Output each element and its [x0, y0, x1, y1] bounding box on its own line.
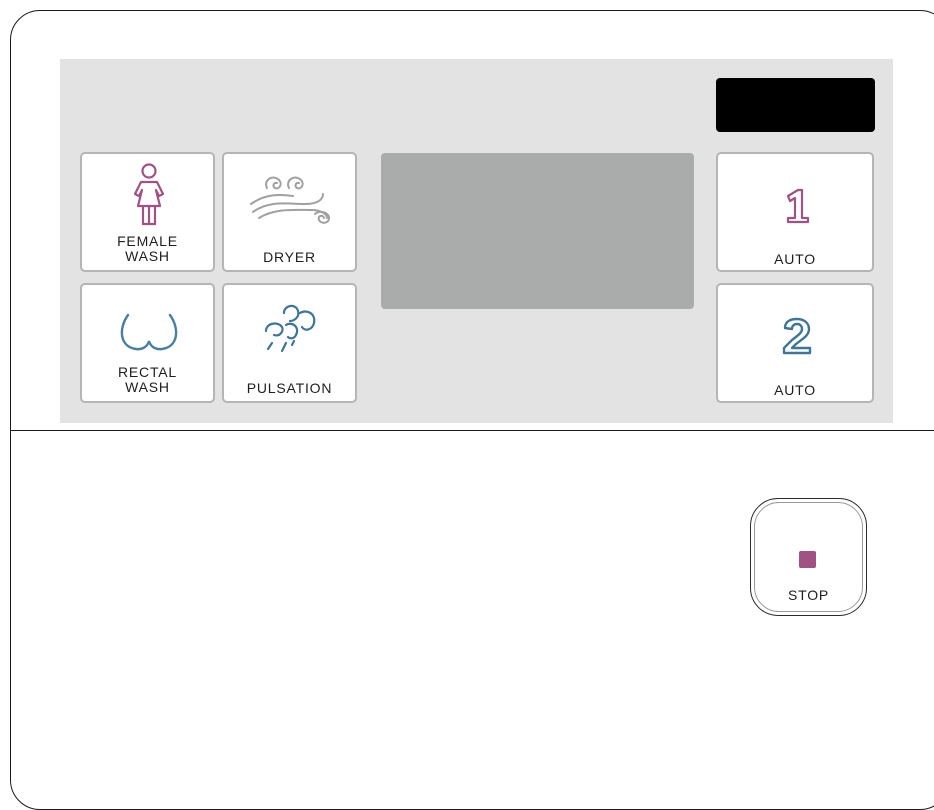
dryer-button[interactable]: DRYER [222, 152, 357, 272]
auto-2-button[interactable]: AUTO [716, 283, 874, 403]
stop-button[interactable]: STOP [750, 498, 867, 616]
main-display [381, 153, 694, 309]
auto-1-number-icon [786, 188, 810, 224]
pulsation-label: PULSATION [246, 380, 333, 396]
status-display-black [716, 78, 875, 132]
female-wash-label: FEMALE WASH [117, 233, 178, 264]
buttocks-icon [120, 313, 178, 351]
female-figure-icon [133, 163, 165, 226]
stop-label: STOP [787, 587, 830, 603]
stop-square-icon [799, 551, 816, 568]
female-wash-button[interactable]: FEMALE WASH [80, 152, 215, 272]
pulsation-button[interactable]: PULSATION [222, 283, 357, 403]
panel-divider [10, 430, 934, 431]
auto-1-label: AUTO [774, 251, 816, 267]
rectal-wash-button[interactable]: RECTAL WASH [80, 283, 215, 403]
dryer-label: DRYER [263, 249, 316, 265]
auto-2-label: AUTO [774, 382, 816, 398]
auto-2-number-icon [782, 317, 812, 355]
air-swirl-icon [250, 176, 331, 224]
auto-1-button[interactable]: AUTO [716, 152, 874, 272]
water-spray-icon [264, 304, 316, 353]
rectal-wash-label: RECTAL WASH [118, 364, 177, 395]
